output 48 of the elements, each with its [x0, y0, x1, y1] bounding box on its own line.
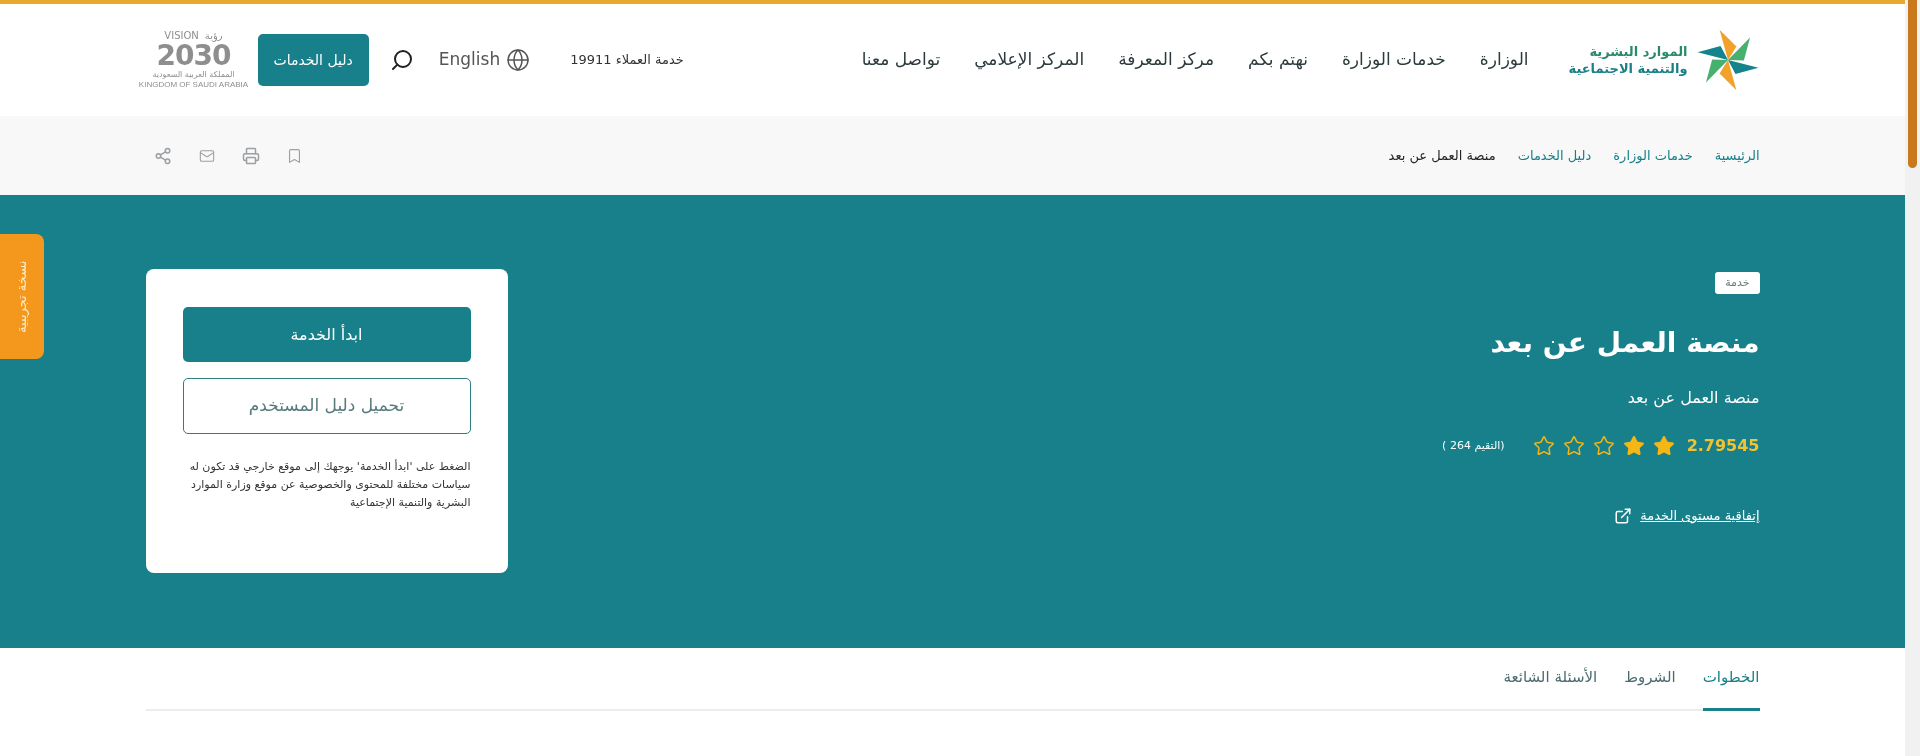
ministry-logo-text: الموارد البشرية — [1588, 43, 1688, 60]
star-icon — [1652, 435, 1675, 457]
service-subtitle: منصة العمل عن بعد — [1627, 387, 1760, 410]
language-button[interactable]: English — [438, 47, 531, 73]
share-icon — [153, 146, 172, 165]
nav-link[interactable]: الوزارة — [1479, 47, 1529, 73]
scrollbar[interactable] — [1905, 0, 1920, 756]
star-icon — [1622, 435, 1645, 457]
rating-value: 2.79545 — [1686, 435, 1760, 457]
star-icon — [1592, 435, 1615, 457]
service-title: منصة العمل عن بعد — [1490, 325, 1760, 361]
print-icon — [241, 146, 260, 165]
start-service-button[interactable]: ابدأ الخدمة — [182, 307, 471, 362]
service-level-agreement-link[interactable]: إتفاقية مستوى الخدمة — [1614, 506, 1760, 526]
vision-logo-text: المملكة العربية السعودية — [152, 70, 235, 80]
breadcrumb-link[interactable]: الرئيسية — [1714, 145, 1760, 166]
tab[interactable]: الشروط — [1624, 667, 1676, 711]
nav-link[interactable]: المركز الإعلامي — [974, 47, 1085, 73]
breadcrumb-link[interactable]: خدمات الوزارة — [1613, 145, 1693, 166]
mail-icon — [197, 147, 216, 164]
scrollbar-thumb[interactable] — [1908, 0, 1917, 168]
breadcrumb-link[interactable]: دليل الخدمات — [1517, 145, 1592, 166]
customer-service-number: خدمة العملاء 19911 — [570, 51, 684, 70]
vision-logo-year: 2030 — [156, 42, 231, 70]
external-link-icon — [1614, 507, 1633, 525]
tab[interactable]: الخطوات — [1702, 667, 1760, 711]
print-button[interactable] — [241, 146, 260, 165]
nav-link[interactable]: نهتم بكم — [1248, 47, 1308, 73]
star-icon — [1532, 435, 1555, 457]
nav-link[interactable]: تواصل معنا — [861, 47, 941, 73]
globe-icon — [506, 48, 531, 72]
nav-link[interactable]: خدمات الوزارة — [1341, 47, 1446, 73]
bookmark-icon — [286, 146, 303, 165]
vision-logo-text: رؤية — [204, 30, 223, 42]
star-icon — [1562, 435, 1585, 457]
service-type-badge: خدمة — [1715, 272, 1760, 294]
share-button[interactable] — [153, 146, 172, 165]
vision-logo-text: VISION — [164, 30, 199, 42]
nav-link[interactable]: مركز المعرفة — [1118, 47, 1215, 73]
tab[interactable]: الأسئلة الشائعة — [1503, 667, 1598, 711]
download-guide-button[interactable]: تحميل دليل المستخدم — [182, 378, 471, 434]
search-icon — [389, 48, 414, 72]
rating-count: (التقيم 264 ) — [1442, 437, 1505, 454]
breadcrumb-link[interactable]: منصة العمل عن بعد — [1388, 145, 1496, 166]
external-site-notice: الضغط على 'ابدأ الخدمة' يوجهك إلى موقع خارجي قد تكون له سياسات مختلفة للمحتوى والخصوصية عن موقع وزارة الموارد البشرية والتنمية الإجتماعية — [188, 458, 471, 511]
vision-logo-text: KINGDOM OF SAUDI ARABIA — [138, 80, 249, 90]
ministry-logo-text: والتنمية الاجتماعية — [1568, 60, 1688, 77]
services-guide-button[interactable]: دليل الخدمات — [257, 34, 369, 86]
